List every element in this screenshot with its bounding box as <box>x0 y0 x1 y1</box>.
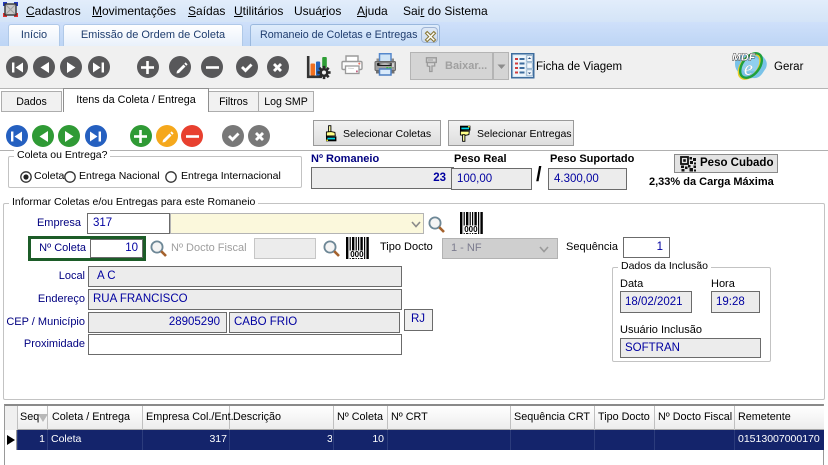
svg-text:000: 000 <box>464 225 478 234</box>
svg-text:000: 000 <box>350 250 364 259</box>
svg-text:e: e <box>744 58 753 80</box>
